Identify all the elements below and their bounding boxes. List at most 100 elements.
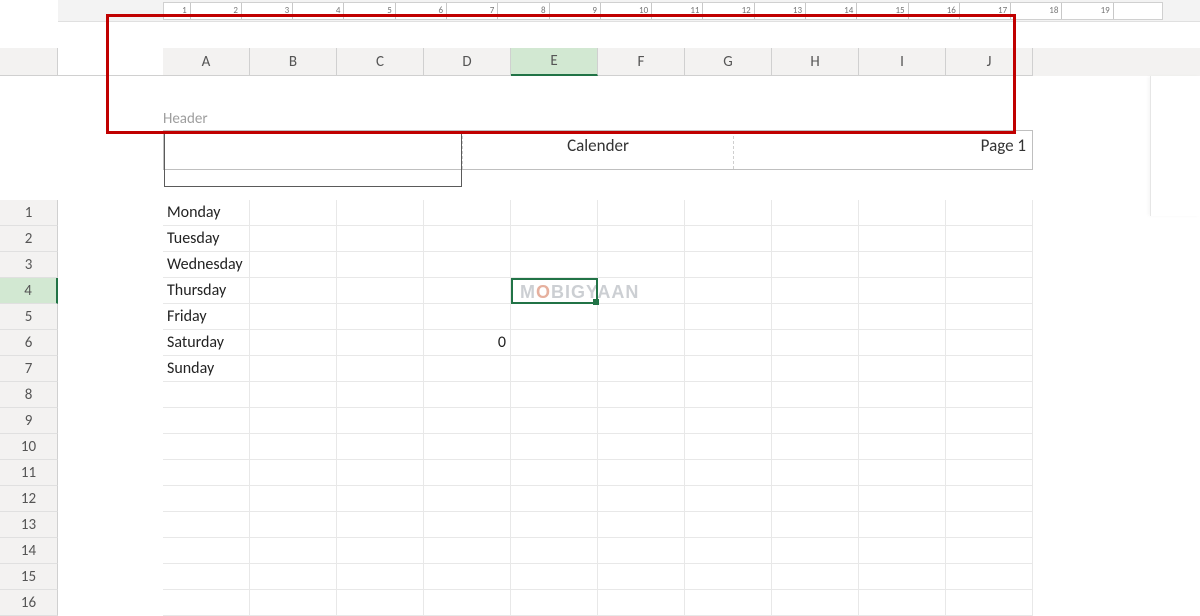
cell-E9[interactable]: [511, 408, 598, 434]
row-header-13[interactable]: 13: [0, 512, 58, 538]
cell-A3[interactable]: Wednesday: [163, 252, 250, 278]
cell-F6[interactable]: [598, 330, 685, 356]
cell-A5[interactable]: Friday: [163, 304, 250, 330]
cell-E7[interactable]: [511, 356, 598, 382]
cell-C11[interactable]: [337, 460, 424, 486]
header-right-text[interactable]: Page 1: [734, 131, 1032, 169]
cell-D16[interactable]: [424, 590, 511, 616]
cell-B7[interactable]: [250, 356, 337, 382]
cell-H8[interactable]: [772, 382, 859, 408]
cell-I7[interactable]: [859, 356, 946, 382]
cell-C2[interactable]: [337, 226, 424, 252]
cell-E4[interactable]: [511, 278, 598, 304]
cell-I8[interactable]: [859, 382, 946, 408]
cell-A15[interactable]: [163, 564, 250, 590]
row-header-8[interactable]: 8: [0, 382, 58, 408]
cell-D1[interactable]: [424, 200, 511, 226]
cell-C5[interactable]: [337, 304, 424, 330]
cell-E14[interactable]: [511, 538, 598, 564]
cell-H7[interactable]: [772, 356, 859, 382]
cell-A1[interactable]: Monday: [163, 200, 250, 226]
cell-I15[interactable]: [859, 564, 946, 590]
cell-J11[interactable]: [946, 460, 1033, 486]
row-header-6[interactable]: 6: [0, 330, 58, 356]
cell-C6[interactable]: [337, 330, 424, 356]
cell-D10[interactable]: [424, 434, 511, 460]
cell-F1[interactable]: [598, 200, 685, 226]
cell-F12[interactable]: [598, 486, 685, 512]
column-header-C[interactable]: C: [337, 48, 424, 76]
cell-H11[interactable]: [772, 460, 859, 486]
cell-A14[interactable]: [163, 538, 250, 564]
cell-D14[interactable]: [424, 538, 511, 564]
cell-E1[interactable]: [511, 200, 598, 226]
cell-B3[interactable]: [250, 252, 337, 278]
cell-H10[interactable]: [772, 434, 859, 460]
cell-B15[interactable]: [250, 564, 337, 590]
cell-J15[interactable]: [946, 564, 1033, 590]
cell-B14[interactable]: [250, 538, 337, 564]
cell-J4[interactable]: [946, 278, 1033, 304]
cell-J14[interactable]: [946, 538, 1033, 564]
cell-J7[interactable]: [946, 356, 1033, 382]
cell-F13[interactable]: [598, 512, 685, 538]
cell-F2[interactable]: [598, 226, 685, 252]
cell-J12[interactable]: [946, 486, 1033, 512]
cell-A2[interactable]: Tuesday: [163, 226, 250, 252]
cell-D9[interactable]: [424, 408, 511, 434]
cell-C4[interactable]: [337, 278, 424, 304]
column-header-B[interactable]: B: [250, 48, 337, 76]
cell-G10[interactable]: [685, 434, 772, 460]
cell-E11[interactable]: [511, 460, 598, 486]
cell-A13[interactable]: [163, 512, 250, 538]
cell-E8[interactable]: [511, 382, 598, 408]
cell-D6[interactable]: 0: [424, 330, 511, 356]
cell-H1[interactable]: [772, 200, 859, 226]
cell-J13[interactable]: [946, 512, 1033, 538]
cell-J10[interactable]: [946, 434, 1033, 460]
row-header-15[interactable]: 15: [0, 564, 58, 590]
cell-B12[interactable]: [250, 486, 337, 512]
cell-F3[interactable]: [598, 252, 685, 278]
cell-C13[interactable]: [337, 512, 424, 538]
cell-I13[interactable]: [859, 512, 946, 538]
cell-J16[interactable]: [946, 590, 1033, 616]
cell-E5[interactable]: [511, 304, 598, 330]
cell-J2[interactable]: [946, 226, 1033, 252]
cell-H4[interactable]: [772, 278, 859, 304]
column-header-I[interactable]: I: [859, 48, 946, 76]
cell-G9[interactable]: [685, 408, 772, 434]
cell-D4[interactable]: [424, 278, 511, 304]
cell-B13[interactable]: [250, 512, 337, 538]
cell-J5[interactable]: [946, 304, 1033, 330]
cell-C1[interactable]: [337, 200, 424, 226]
cell-C16[interactable]: [337, 590, 424, 616]
cell-F16[interactable]: [598, 590, 685, 616]
cell-E16[interactable]: [511, 590, 598, 616]
cell-G8[interactable]: [685, 382, 772, 408]
cell-G1[interactable]: [685, 200, 772, 226]
column-header-E[interactable]: E: [511, 48, 598, 76]
cell-I6[interactable]: [859, 330, 946, 356]
cell-H16[interactable]: [772, 590, 859, 616]
cell-E13[interactable]: [511, 512, 598, 538]
cell-G5[interactable]: [685, 304, 772, 330]
cell-F15[interactable]: [598, 564, 685, 590]
row-header-9[interactable]: 9: [0, 408, 58, 434]
row-header-3[interactable]: 3: [0, 252, 58, 278]
cell-G6[interactable]: [685, 330, 772, 356]
cell-A10[interactable]: [163, 434, 250, 460]
cell-D2[interactable]: [424, 226, 511, 252]
cell-C7[interactable]: [337, 356, 424, 382]
cell-H6[interactable]: [772, 330, 859, 356]
cell-I1[interactable]: [859, 200, 946, 226]
cell-H12[interactable]: [772, 486, 859, 512]
cell-J8[interactable]: [946, 382, 1033, 408]
cell-I2[interactable]: [859, 226, 946, 252]
cell-H9[interactable]: [772, 408, 859, 434]
row-header-4[interactable]: 4: [0, 278, 58, 304]
cell-E2[interactable]: [511, 226, 598, 252]
cell-E6[interactable]: [511, 330, 598, 356]
row-header-1[interactable]: 1: [0, 200, 58, 226]
cell-B9[interactable]: [250, 408, 337, 434]
